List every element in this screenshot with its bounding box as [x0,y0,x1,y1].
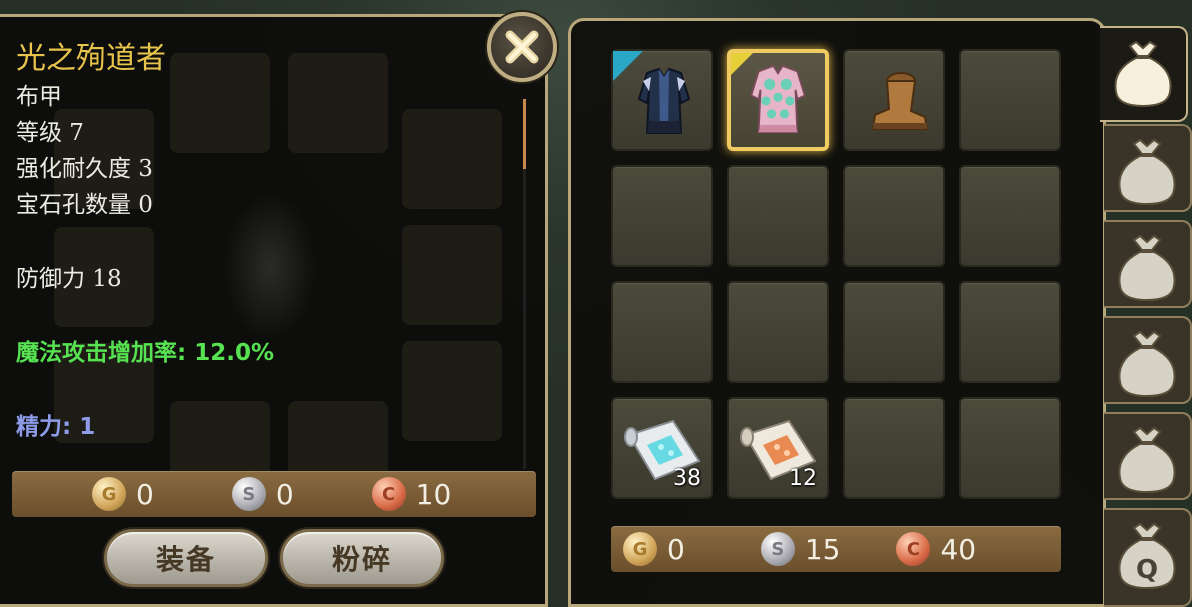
item-detail-panel: 光之殉道者 布甲 等级 7 强化耐久度 3 宝石孔数量 0 防御力 18 魔法攻… [0,14,548,607]
scroll-thumb[interactable] [523,99,526,169]
wallet-gold-value: 0 [667,532,685,566]
wallet-copper-value: 40 [940,532,977,566]
wallet-silver-value: 15 [804,532,841,566]
price-gold-value: 0 [136,477,154,511]
bag-tab-2[interactable] [1104,124,1192,212]
wallet-silver: S 15 [760,532,841,566]
price-silver-value: 0 [275,477,294,511]
item-level: 等级 7 [16,120,84,146]
inventory-slot-1[interactable] [611,49,713,151]
inventory-slot-13[interactable]: 38 [611,397,713,499]
wallet-gold: G 0 [623,532,685,566]
inventory-slot-16[interactable] [959,397,1061,499]
inventory-panel: 38 12 G 0 S 15 C 40 [568,18,1106,607]
quest-bag-tab[interactable]: Q [1104,508,1192,607]
stack-count: 38 [673,466,701,491]
copper-coin-icon: C [371,477,406,511]
item-durability: 强化耐久度 3 [16,156,153,182]
dark-robe-icon [637,67,691,134]
inventory-grid: 38 12 [611,49,1061,499]
faded-equip-slot [288,53,388,153]
price-copper: C 10 [371,477,452,511]
item-bonus-stat: 魔法攻击增加率: 12.0% [16,340,274,366]
close-icon [505,30,539,64]
equip-button[interactable]: 装备 [104,529,268,587]
item-defense: 防御力 18 [16,266,122,292]
silver-coin-icon: S [231,477,266,511]
stack-count: 12 [789,466,817,491]
bag-icon [1118,330,1176,398]
gold-coin-icon: G [92,477,126,511]
leather-boots-icon [871,72,929,130]
item-gem-slots: 宝石孔数量 0 [16,192,153,218]
item-price-bar: G 0 S 0 C 10 [12,471,536,517]
bag-icon [1118,426,1176,494]
bag-icon [1118,138,1176,206]
inventory-slot-15[interactable] [843,397,945,499]
faded-equip-slot [402,225,502,325]
item-type: 布甲 [16,84,62,110]
bag-tab-5[interactable] [1104,412,1192,500]
inventory-slot-14[interactable]: 12 [727,397,829,499]
inventory-slot-5[interactable] [611,165,713,267]
quest-letter: Q [1136,555,1158,585]
inventory-slot-9[interactable] [611,281,713,383]
silver-coin-icon: S [760,532,795,566]
item-name: 光之殉道者 [16,41,166,76]
price-copper-value: 10 [415,477,452,511]
bag-icon [1118,234,1176,302]
inventory-slot-4[interactable] [959,49,1061,151]
inventory-slot-6[interactable] [727,165,829,267]
wallet-copper: C 40 [896,532,976,566]
inventory-slot-2-selected[interactable] [727,49,829,151]
inventory-slot-12[interactable] [959,281,1061,383]
price-gold: G 0 [92,477,154,511]
inventory-slot-11[interactable] [843,281,945,383]
gold-coin-icon: G [623,532,657,566]
wallet-bar: G 0 S 15 C 40 [611,526,1061,572]
price-silver: S 0 [231,477,294,511]
info-scrollbar[interactable] [523,99,526,469]
faded-equip-slot [402,109,502,209]
pink-robe-icon [750,64,806,134]
bag-tab-4[interactable] [1104,316,1192,404]
faded-equip-slot [402,341,502,441]
smash-button[interactable]: 粉碎 [280,529,444,587]
inventory-slot-3[interactable] [843,49,945,151]
item-energy: 精力: 1 [16,414,96,440]
close-button[interactable] [487,12,557,82]
bag-tab-3[interactable] [1104,220,1192,308]
inventory-slot-7[interactable] [843,165,945,267]
quest-bag-icon: Q [1118,522,1176,590]
inventory-slot-8[interactable] [959,165,1061,267]
bag-tab-1[interactable] [1100,26,1188,122]
copper-coin-icon: C [896,532,931,566]
item-info: 光之殉道者 布甲 等级 7 强化耐久度 3 宝石孔数量 0 防御力 18 魔法攻… [16,39,274,445]
bag-icon [1114,40,1172,108]
inventory-slot-10[interactable] [727,281,829,383]
